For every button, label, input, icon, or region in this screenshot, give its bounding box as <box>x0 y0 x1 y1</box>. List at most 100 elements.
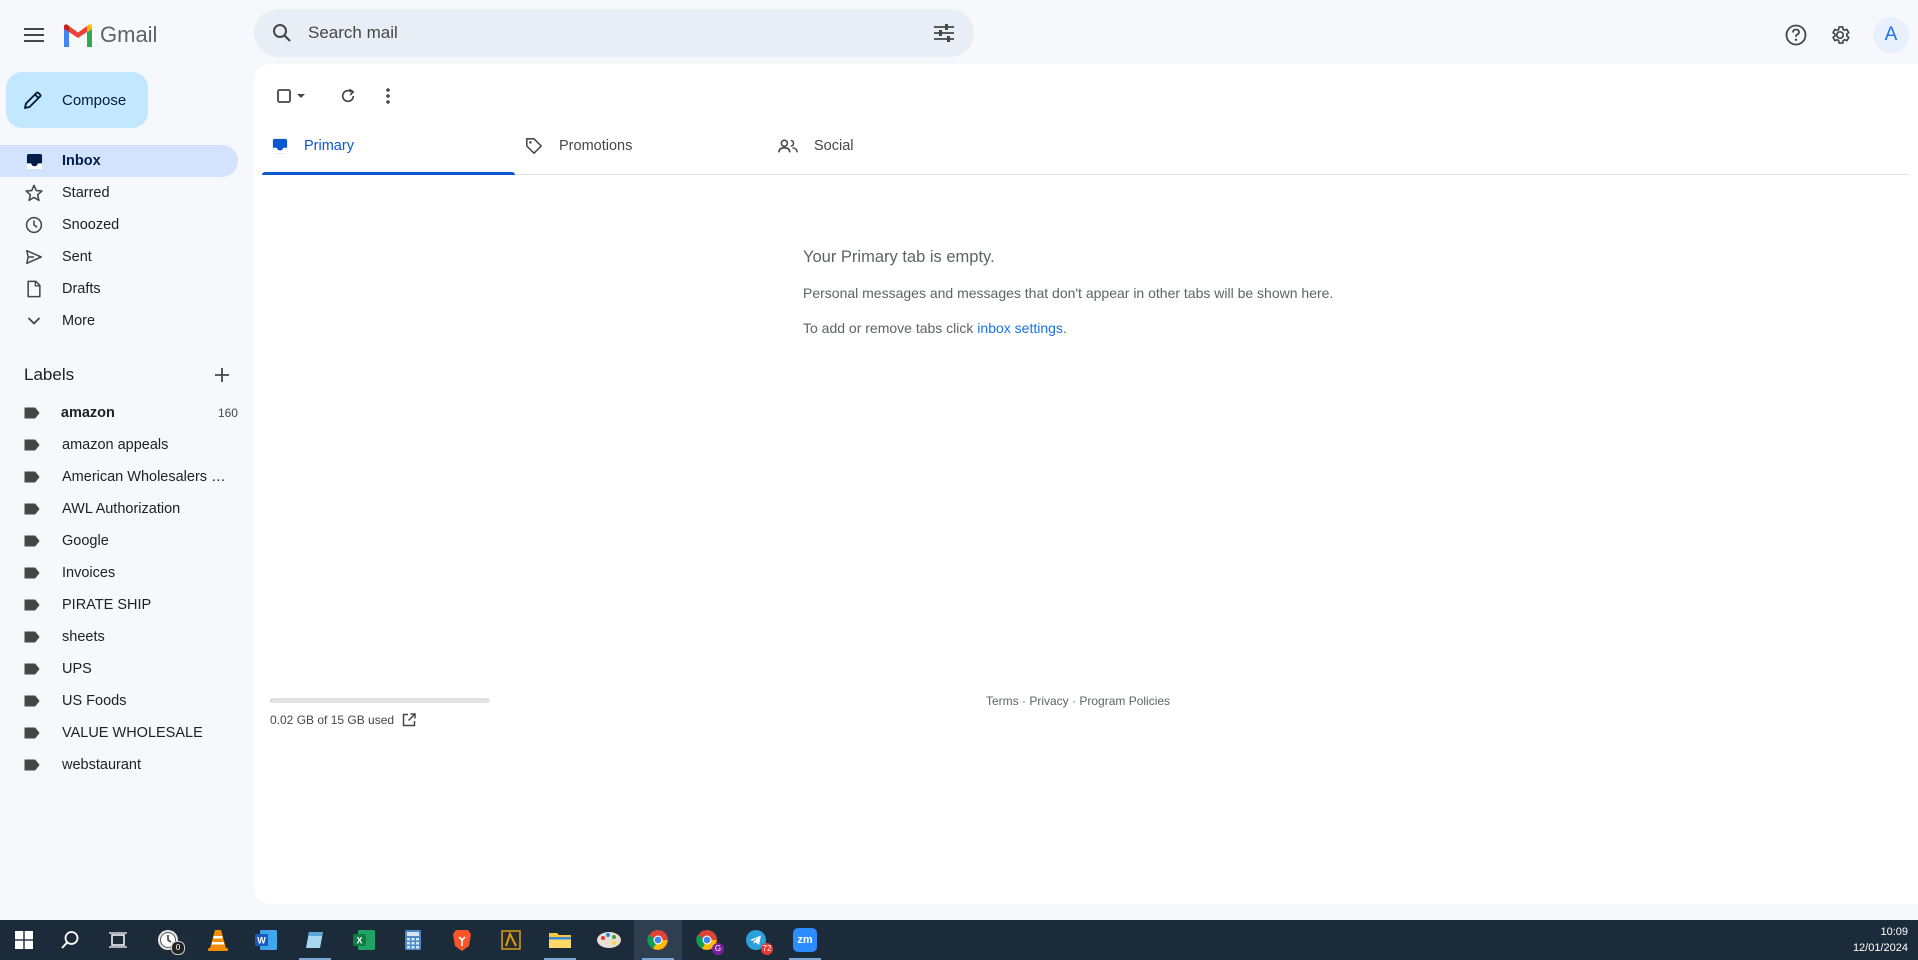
start-button[interactable] <box>0 920 48 960</box>
create-label-button[interactable] <box>210 363 234 387</box>
empty-settings-hint: To add or remove tabs click inbox settin… <box>803 320 1067 336</box>
label-item[interactable]: VALUE WHOLESALE <box>0 717 238 749</box>
privacy-link[interactable]: Privacy <box>1029 694 1068 708</box>
label-item[interactable]: American Wholesalers L... <box>0 461 238 493</box>
search-options-button[interactable] <box>920 9 968 57</box>
search-button[interactable] <box>258 9 306 57</box>
draft-icon <box>27 280 41 298</box>
refresh-button[interactable] <box>328 76 368 116</box>
taskbar-notepad[interactable] <box>291 920 339 960</box>
taskbar-telegram[interactable]: 72 <box>732 920 780 960</box>
nav-item-label: Snoozed <box>62 217 120 233</box>
hint-prefix: To add or remove tabs click <box>803 320 978 336</box>
taskbar-file-explorer[interactable] <box>536 920 584 960</box>
settings-button[interactable] <box>1822 17 1858 53</box>
inbox-settings-link[interactable]: inbox settings <box>977 320 1063 336</box>
nav-item-snoozed[interactable]: Snoozed <box>0 209 238 241</box>
label-item[interactable]: webstaurant <box>0 749 238 781</box>
account-avatar[interactable]: A <box>1873 17 1909 53</box>
compose-button[interactable]: Compose <box>6 72 148 128</box>
system-clock[interactable]: 10:09 12/01/2024 <box>1853 924 1908 956</box>
label-icon <box>24 503 40 515</box>
taskbar-clock-app[interactable]: 0 <box>144 920 192 960</box>
taskbar-excel[interactable]: X <box>340 920 388 960</box>
nav-item-inbox[interactable]: Inbox <box>0 145 238 177</box>
clock-time: 10:09 <box>1880 926 1908 938</box>
label-name: PIRATE SHIP <box>62 597 152 613</box>
empty-description: Personal messages and messages that don'… <box>803 285 1334 301</box>
label-name: webstaurant <box>62 757 141 773</box>
storage-bar-fill <box>270 698 272 703</box>
label-item[interactable]: US Foods <box>0 685 238 717</box>
taskbar-word[interactable]: W <box>242 920 290 960</box>
gmail-m-icon <box>64 24 92 47</box>
label-name: sheets <box>62 629 105 645</box>
label-item[interactable]: sheets <box>0 621 238 653</box>
calculator-icon <box>405 930 421 950</box>
nav-item-drafts[interactable]: Drafts <box>0 273 238 305</box>
label-item[interactable]: Google <box>0 525 238 557</box>
search-icon <box>273 24 291 42</box>
clock-date: 12/01/2024 <box>1852 942 1908 954</box>
label-icon <box>24 759 40 771</box>
nav-item-sent[interactable]: Sent <box>0 241 238 273</box>
label-icon <box>24 663 40 675</box>
nav-item-more[interactable]: More <box>0 305 238 337</box>
terms-link[interactable]: Terms <box>986 694 1019 708</box>
label-item[interactable]: UPS <box>0 653 238 685</box>
mail-toolbar <box>268 76 408 116</box>
gear-icon <box>1832 26 1850 44</box>
taskbar-chrome-profile[interactable]: G <box>683 920 731 960</box>
people-icon <box>778 139 798 153</box>
footer-separator: · <box>1018 694 1030 708</box>
open-in-new-icon[interactable] <box>402 713 416 727</box>
taskbar-calculator[interactable] <box>389 920 437 960</box>
taskbar-search-button[interactable] <box>46 920 94 960</box>
label-item[interactable]: amazon appeals <box>0 429 238 461</box>
refresh-icon <box>341 88 355 103</box>
more-options-button[interactable] <box>368 76 408 116</box>
task-view-button[interactable] <box>94 920 142 960</box>
sketch-app-icon <box>501 930 521 950</box>
taskbar-brave[interactable] <box>438 920 486 960</box>
label-item[interactable]: Invoices <box>0 557 238 589</box>
unread-badge: 72 <box>761 943 773 955</box>
label-icon <box>24 471 40 483</box>
nav-item-label: More <box>62 313 96 329</box>
gmail-logo[interactable]: Gmail <box>62 20 157 50</box>
notepad-icon <box>306 932 323 948</box>
taskbar-paint-app[interactable] <box>585 920 633 960</box>
taskbar-sketch-app[interactable] <box>487 920 535 960</box>
label-item[interactable]: amazon 160 <box>0 397 238 429</box>
tab-primary[interactable]: Primary <box>262 118 515 175</box>
clock-icon <box>25 216 43 234</box>
nav-item-starred[interactable]: Starred <box>0 177 238 209</box>
footer-links: Terms · Privacy · Program Policies <box>986 694 1170 708</box>
search-input[interactable] <box>306 22 920 44</box>
taskbar-zoom[interactable]: zm <box>781 920 829 960</box>
hint-suffix: . <box>1062 320 1067 336</box>
search-bar[interactable] <box>254 9 974 57</box>
label-name: Google <box>62 533 109 549</box>
taskbar-vlc[interactable] <box>194 920 242 960</box>
caret-down-icon <box>296 94 305 98</box>
label-name: UPS <box>62 661 92 677</box>
label-name: Invoices <box>62 565 116 581</box>
select-button[interactable] <box>268 76 314 116</box>
app-name: Gmail <box>100 22 158 47</box>
taskbar-chrome[interactable] <box>634 920 682 960</box>
zoom-icon: zm <box>793 928 817 952</box>
label-item[interactable]: AWL Authorization <box>0 493 238 525</box>
label-item[interactable]: PIRATE SHIP <box>0 589 238 621</box>
program-policies-link[interactable]: Program Policies <box>1079 694 1170 708</box>
label-icon <box>24 439 40 451</box>
tab-social[interactable]: Social <box>768 118 1021 174</box>
tab-promotions[interactable]: Promotions <box>515 118 768 174</box>
tab-label: Primary <box>304 138 354 154</box>
main-menu-button[interactable] <box>18 19 50 51</box>
support-button[interactable] <box>1778 17 1814 53</box>
nav-item-label: Sent <box>62 249 92 265</box>
profile-badge: G <box>712 943 724 955</box>
tune-icon <box>934 24 954 42</box>
category-tabs: Primary Promotions Social <box>262 118 1910 175</box>
